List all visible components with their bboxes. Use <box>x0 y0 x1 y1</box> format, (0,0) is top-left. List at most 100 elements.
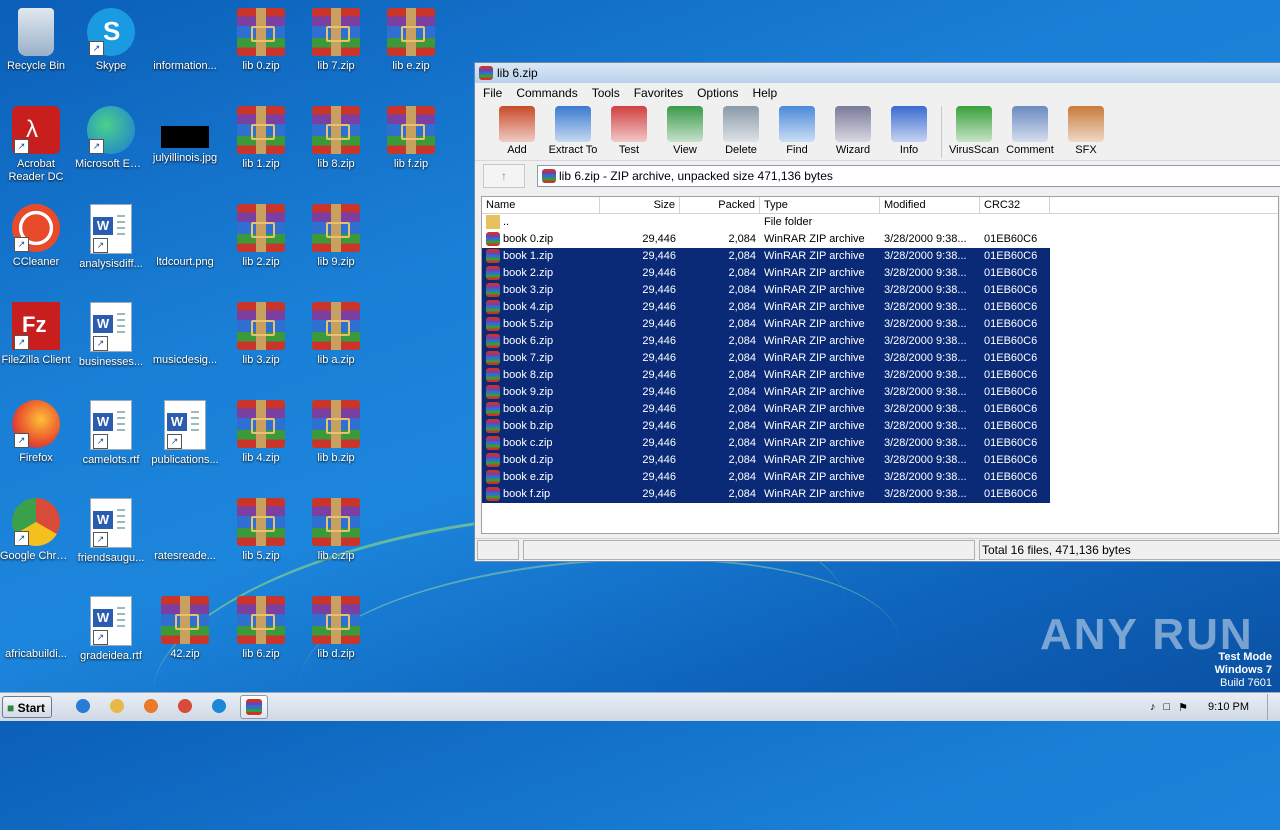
edge-icon[interactable] <box>206 695 232 717</box>
file-row[interactable]: book 9.zip 29,446 2,084 WinRAR ZIP archive 3… <box>482 384 1278 401</box>
file-row[interactable]: book 5.zip 29,446 2,084 WinRAR ZIP archive 3… <box>482 316 1278 333</box>
file-row[interactable]: book 6.zip 29,446 2,084 WinRAR ZIP archive 3… <box>482 333 1278 350</box>
menu-item-help[interactable]: Help <box>744 86 783 100</box>
toolbar-find-button[interactable]: Find <box>769 102 825 156</box>
desktop-icon[interactable]: lib e.zip <box>375 8 447 73</box>
desktop-icon[interactable]: Recycle Bin <box>0 8 72 73</box>
toolbar-sfx-button[interactable]: SFX <box>1058 102 1114 156</box>
desktop-icon[interactable]: ↗ Fz FileZilla Client <box>0 302 72 367</box>
toolbar-test-button[interactable]: Test <box>601 102 657 156</box>
file-row[interactable]: book 4.zip 29,446 2,084 WinRAR ZIP archive 3… <box>482 299 1278 316</box>
desktop-icon[interactable]: lib 4.zip <box>225 400 297 465</box>
file-row[interactable]: book 2.zip 29,446 2,084 WinRAR ZIP archive 3… <box>482 265 1278 282</box>
menu-item-favorites[interactable]: Favorites <box>626 86 689 100</box>
volume-icon[interactable]: ♪ <box>1150 701 1156 713</box>
file-row[interactable]: book c.zip 29,446 2,084 WinRAR ZIP archive 3… <box>482 435 1278 452</box>
desktop-icon[interactable]: ltdcourt.png <box>149 204 221 269</box>
explorer-icon[interactable] <box>104 695 130 717</box>
file-row[interactable]: book 0.zip 29,446 2,084 WinRAR ZIP archive 3… <box>482 231 1278 248</box>
desktop-icon[interactable]: lib 6.zip <box>225 596 297 661</box>
file-row[interactable]: book 7.zip 29,446 2,084 WinRAR ZIP archive 3… <box>482 350 1278 367</box>
skype-logo-icon: S <box>103 16 121 46</box>
desktop-icon[interactable]: lib b.zip <box>300 400 372 465</box>
toolbar-view-button[interactable]: View <box>657 102 713 156</box>
desktop-icon[interactable]: W ↗ publications... <box>149 400 221 467</box>
column-header-crc32[interactable]: CRC32 <box>980 197 1050 213</box>
toolbar-comment-button[interactable]: Comment <box>1002 102 1058 156</box>
up-button[interactable]: ↑ <box>483 164 525 188</box>
desktop-icon[interactable]: W ↗ friendsaugu... <box>75 498 147 565</box>
desktop-icon[interactable]: information... <box>149 8 221 73</box>
toolbar-add-button[interactable]: Add <box>489 102 545 156</box>
file-row[interactable]: book a.zip 29,446 2,084 WinRAR ZIP archive 3… <box>482 401 1278 418</box>
drive-icon[interactable] <box>477 540 519 560</box>
address-field[interactable]: lib 6.zip - ZIP archive, unpacked size 4… <box>537 165 1280 187</box>
ie-icon[interactable] <box>70 695 96 717</box>
file-list[interactable]: Name Size Packed Type Modified CRC32 .. File f… <box>481 196 1279 534</box>
desktop-icon[interactable]: W ↗ gradeidea.rtf <box>75 596 147 663</box>
desktop-icon[interactable]: musicdesig... <box>149 302 221 367</box>
menu-item-tools[interactable]: Tools <box>584 86 626 100</box>
cell-modified: 3/28/2000 9:38... <box>880 248 980 265</box>
desktop-icon[interactable]: lib 3.zip <box>225 302 297 367</box>
desktop-icon-label: lib 4.zip <box>242 452 280 464</box>
desktop-icon[interactable]: lib 5.zip <box>225 498 297 563</box>
desktop-icon[interactable]: W ↗ analysisdiff... <box>75 204 147 271</box>
toolbar-virusscan-button[interactable]: VirusScan <box>946 102 1002 156</box>
desktop-icon[interactable]: ↗ CCleaner <box>0 204 72 269</box>
desktop-icon[interactable]: ratesreade... <box>149 498 221 563</box>
media-player-icon[interactable] <box>138 695 164 717</box>
cell-type: WinRAR ZIP archive <box>760 469 880 486</box>
menu-item-commands[interactable]: Commands <box>508 86 583 100</box>
desktop-icon[interactable]: ↗ S Skype <box>75 8 147 73</box>
toolbar-info-button[interactable]: Info <box>881 102 937 156</box>
show-desktop-button[interactable] <box>1267 694 1280 720</box>
desktop-icon[interactable]: ↗ Firefox <box>0 400 72 465</box>
file-row[interactable]: book d.zip 29,446 2,084 WinRAR ZIP archive 3… <box>482 452 1278 469</box>
column-header-modified[interactable]: Modified <box>880 197 980 213</box>
file-row[interactable]: .. File folder <box>482 214 1278 231</box>
desktop-icon[interactable]: africabuildi... <box>0 596 72 661</box>
toolbar-delete-button[interactable]: Delete <box>713 102 769 156</box>
file-row[interactable]: book 8.zip 29,446 2,084 WinRAR ZIP archive 3… <box>482 367 1278 384</box>
desktop-icon[interactable]: W ↗ businesses... <box>75 302 147 369</box>
desktop-icon[interactable]: lib 9.zip <box>300 204 372 269</box>
menu-item-file[interactable]: File <box>475 86 508 100</box>
desktop-icon[interactable]: lib 8.zip <box>300 106 372 171</box>
desktop-icon[interactable]: lib 2.zip <box>225 204 297 269</box>
clock[interactable]: 9:10 PM <box>1208 701 1249 713</box>
toolbar-extract-to-button[interactable]: Extract To <box>545 102 601 156</box>
desktop-icon[interactable]: ↗ λ Acrobat Reader DC <box>0 106 72 184</box>
desktop-icon-label: lib 3.zip <box>242 354 280 366</box>
desktop-icon[interactable]: W ↗ camelots.rtf <box>75 400 147 467</box>
desktop-icon[interactable]: lib 7.zip <box>300 8 372 73</box>
file-row[interactable]: book b.zip 29,446 2,084 WinRAR ZIP archive 3… <box>482 418 1278 435</box>
desktop-icon[interactable]: ↗ Google Chrome <box>0 498 72 563</box>
title-bar[interactable]: lib 6.zip <box>475 63 1280 83</box>
toolbar-wizard-button[interactable]: Wizard <box>825 102 881 156</box>
start-button[interactable]: ■ Start <box>2 696 52 718</box>
chrome-icon[interactable] <box>172 695 198 717</box>
winrar-icon[interactable] <box>240 695 268 719</box>
column-header-type[interactable]: Type <box>760 197 880 213</box>
desktop-icon[interactable]: lib 1.zip <box>225 106 297 171</box>
flag-icon[interactable]: ⚑ <box>1178 701 1188 714</box>
desktop-icon[interactable]: 42.zip <box>149 596 221 661</box>
desktop-icon[interactable]: julyillinois.jpg <box>149 106 221 165</box>
desktop-icon[interactable]: lib c.zip <box>300 498 372 563</box>
column-header-packed[interactable]: Packed <box>680 197 760 213</box>
menu-item-options[interactable]: Options <box>689 86 744 100</box>
zip-file-icon <box>486 368 500 383</box>
file-row[interactable]: book 3.zip 29,446 2,084 WinRAR ZIP archive 3… <box>482 282 1278 299</box>
column-header-size[interactable]: Size <box>600 197 680 213</box>
column-header-name[interactable]: Name <box>482 197 600 213</box>
desktop-icon[interactable]: ↗ Microsoft Edge <box>75 106 147 171</box>
file-row[interactable]: book e.zip 29,446 2,084 WinRAR ZIP archive 3… <box>482 469 1278 486</box>
file-row[interactable]: book 1.zip 29,446 2,084 WinRAR ZIP archive 3… <box>482 248 1278 265</box>
network-icon[interactable]: □ <box>1164 701 1171 713</box>
desktop-icon[interactable]: lib d.zip <box>300 596 372 661</box>
desktop-icon[interactable]: lib f.zip <box>375 106 447 171</box>
file-row[interactable]: book f.zip 29,446 2,084 WinRAR ZIP archive 3… <box>482 486 1278 503</box>
desktop-icon[interactable]: lib a.zip <box>300 302 372 367</box>
desktop-icon[interactable]: lib 0.zip <box>225 8 297 73</box>
